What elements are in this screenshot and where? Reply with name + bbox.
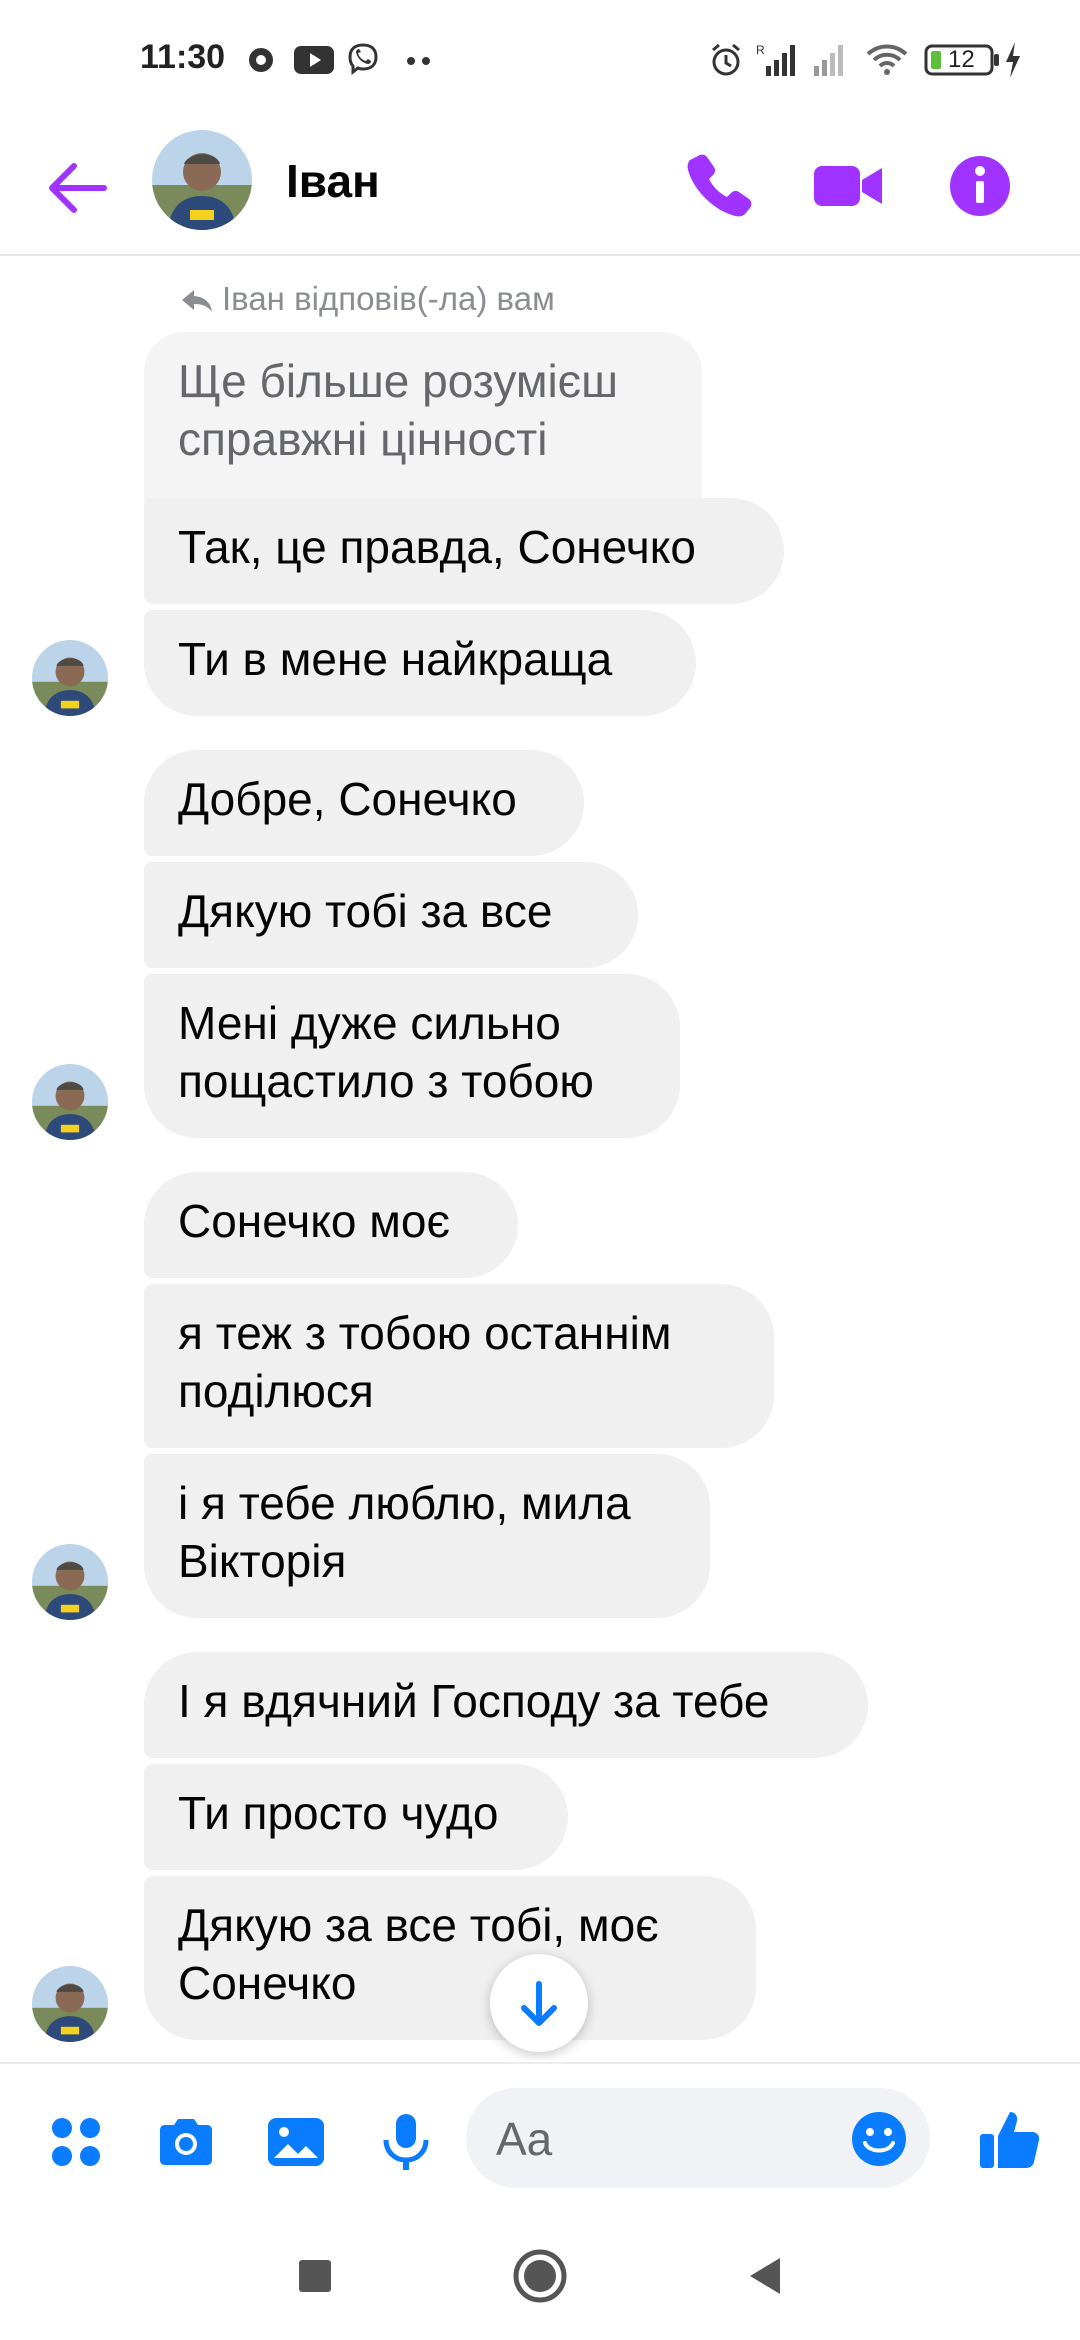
message-list[interactable]: Іван відповів(-ла) вам Ще більше розуміє…	[0, 256, 1080, 2060]
message-bubble[interactable]: Дякую за все тобі, моє Сонечко	[144, 1876, 756, 2040]
chat-bubble-icon	[249, 48, 273, 72]
signal-icon	[814, 45, 843, 76]
message-bubble[interactable]: і я тебе люблю, мила Вікторія	[144, 1454, 710, 1618]
back-triangle-icon[interactable]	[736, 2246, 796, 2306]
wifi-icon	[866, 44, 908, 75]
svg-text:R: R	[756, 43, 765, 57]
quoted-message[interactable]: Ще більше розумієш справжні цінності	[144, 332, 702, 502]
charging-icon	[1006, 42, 1020, 78]
emoji-icon[interactable]	[850, 2110, 908, 2168]
sender-avatar[interactable]	[32, 1966, 108, 2042]
contact-avatar[interactable]	[152, 130, 252, 230]
sender-avatar[interactable]	[32, 1064, 108, 1140]
info-icon[interactable]	[940, 146, 1020, 226]
apps-grid-icon[interactable]	[44, 2110, 108, 2174]
back-arrow-icon[interactable]	[46, 158, 108, 218]
camera-icon[interactable]	[154, 2110, 218, 2174]
gallery-icon[interactable]	[264, 2110, 328, 2174]
alarm-icon	[712, 43, 740, 76]
recents-square-icon[interactable]	[285, 2246, 345, 2306]
message-input-container	[466, 2088, 930, 2188]
sender-avatar[interactable]	[32, 640, 108, 716]
microphone-icon[interactable]	[374, 2110, 438, 2174]
status-bar: 11:30 R 12	[0, 0, 1080, 122]
more-dots-icon	[407, 57, 430, 65]
video-camera-icon[interactable]	[808, 146, 888, 226]
sender-avatar[interactable]	[32, 1544, 108, 1620]
message-bubble[interactable]: Так, це правда, Сонечко	[144, 498, 784, 604]
avatar-photo-icon	[32, 1544, 108, 1620]
viber-icon	[348, 43, 378, 76]
message-bubble[interactable]: Сонечко моє	[144, 1172, 518, 1278]
message-bubble[interactable]: Добре, Сонечко	[144, 750, 584, 856]
arrow-down-icon	[521, 1981, 557, 2026]
youtube-icon	[294, 46, 334, 74]
avatar-photo-icon	[32, 640, 108, 716]
battery-level: 12	[948, 46, 975, 73]
message-bubble[interactable]: я теж з тобою останнім поділюся	[144, 1284, 774, 1448]
message-bubble[interactable]: Ти в мене найкраща	[144, 610, 696, 716]
avatar-photo-icon	[152, 130, 252, 230]
system-navigation-bar	[0, 2210, 1080, 2340]
chat-header: Іван	[0, 122, 1080, 256]
reply-indicator: Іван відповів(-ла) вам	[180, 280, 555, 318]
thumbs-up-icon[interactable]	[976, 2104, 1046, 2174]
status-time: 11:30	[140, 38, 226, 76]
signal-icon: R	[756, 43, 795, 76]
message-bubble[interactable]: Ти просто чудо	[144, 1764, 568, 1870]
message-bubble[interactable]: Мені дуже сильно пощастило з тобою	[144, 974, 680, 1138]
avatar-photo-icon	[32, 1064, 108, 1140]
home-circle-icon[interactable]	[510, 2246, 570, 2306]
scroll-to-bottom-button[interactable]	[490, 1954, 588, 2052]
reply-note-text: Іван відповів(-ла) вам	[222, 280, 555, 317]
reply-arrow-icon	[182, 290, 212, 313]
message-input[interactable]	[494, 2108, 838, 2170]
contact-name[interactable]: Іван	[286, 154, 380, 208]
avatar-photo-icon	[32, 1966, 108, 2042]
message-bubble[interactable]: Дякую тобі за все	[144, 862, 638, 968]
phone-icon[interactable]	[678, 146, 758, 226]
message-composer	[0, 2062, 1080, 2212]
message-bubble[interactable]: І я вдячний Господу за тебе	[144, 1652, 868, 1758]
